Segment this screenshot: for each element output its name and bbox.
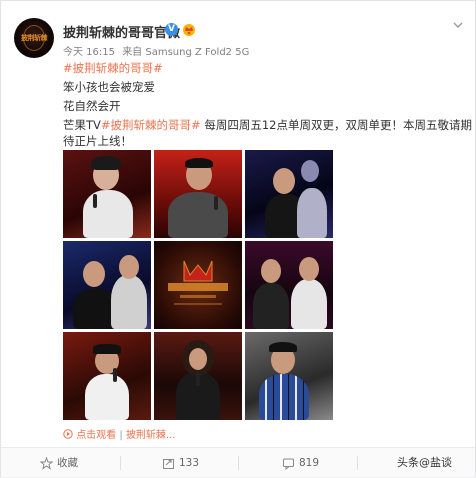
- avatar-logo-text: 披荆斩棘: [21, 34, 48, 42]
- video-link-line: 点击观看 | 披荆斩棘...: [63, 426, 175, 441]
- stage-photo[interactable]: [154, 150, 242, 238]
- post-text-line: 待正片上线！: [63, 134, 132, 148]
- separator: |: [119, 430, 123, 441]
- comment-icon: [283, 458, 294, 470]
- watch-link[interactable]: 点击观看: [76, 430, 116, 441]
- verified-icon: V: [165, 23, 178, 36]
- weibo-post-card: 披荆斩棘 披荆斩棘的哥哥官微 V 今天 16:15 来自 Samsung Z F…: [0, 0, 476, 477]
- repost-count: 133: [179, 457, 200, 469]
- topic-link[interactable]: #披荆斩棘的哥哥#: [63, 60, 163, 76]
- divider: [357, 456, 358, 470]
- divider: [120, 456, 121, 470]
- video-play-icon: [63, 429, 73, 439]
- comment-count: 819: [299, 457, 320, 469]
- post-meta: 今天 16:15 来自 Samsung Z Fold2 5G: [63, 43, 249, 58]
- post-text-line: 芒果TV#披荆斩棘的哥哥# 每周四周五12点单周双更，双周单更！本周五敬请期: [63, 117, 472, 133]
- repost-icon: [163, 458, 174, 469]
- star-icon: [39, 456, 54, 470]
- stage-photo[interactable]: [245, 150, 333, 238]
- platform-name: 芒果TV: [63, 118, 101, 132]
- topic-short-link[interactable]: 披荆斩棘...: [126, 430, 176, 441]
- comment-button[interactable]: 819: [282, 448, 319, 478]
- source-prefix: 来自: [122, 47, 143, 58]
- stage-photo[interactable]: [63, 150, 151, 238]
- vip-crown-icon: [183, 24, 195, 36]
- schedule-text: 每周四周五12点单周双更，双周单更！本周五敬请期: [200, 118, 472, 132]
- favorite-label: 收藏: [57, 457, 78, 469]
- post-text-line: 花自然会开: [63, 99, 121, 113]
- image-grid: [63, 150, 333, 420]
- watermark: 头条@盐谈: [397, 456, 452, 469]
- avatar[interactable]: 披荆斩棘: [14, 18, 54, 58]
- username[interactable]: 披荆斩棘的哥哥官微: [63, 22, 180, 41]
- topic-link[interactable]: #披荆斩棘的哥哥#: [101, 118, 201, 132]
- post-text-line: 笨小孩也会被宠爱: [63, 80, 155, 94]
- repost-button[interactable]: 133: [162, 448, 199, 478]
- show-logo-image[interactable]: [154, 241, 242, 329]
- stage-photo[interactable]: [63, 241, 151, 329]
- stage-photo[interactable]: [154, 332, 242, 420]
- stage-photo[interactable]: [245, 332, 333, 420]
- stage-photo[interactable]: [245, 241, 333, 329]
- stage-photo[interactable]: [63, 332, 151, 420]
- show-logo-icon: [168, 260, 228, 305]
- post-source: Samsung Z Fold2 5G: [145, 47, 250, 58]
- chevron-down-icon[interactable]: [452, 19, 464, 31]
- divider: [238, 456, 239, 470]
- post-time[interactable]: 今天 16:15: [63, 47, 115, 58]
- favorite-button[interactable]: 收藏: [39, 448, 78, 478]
